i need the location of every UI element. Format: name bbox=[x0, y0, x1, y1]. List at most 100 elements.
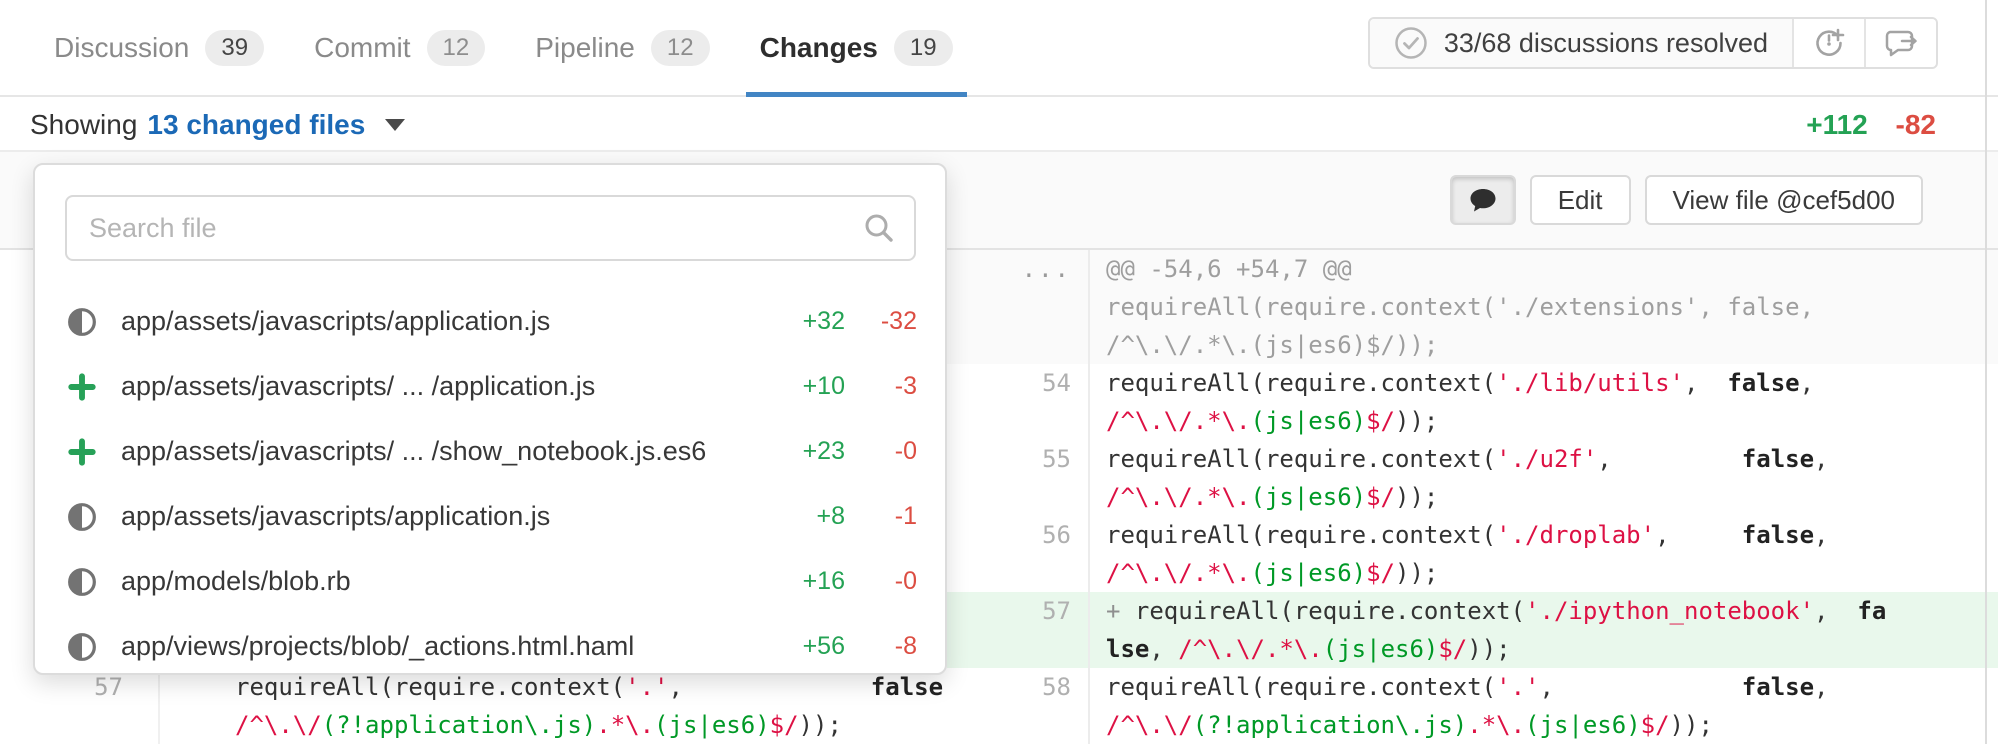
file-additions: +32 bbox=[773, 307, 845, 336]
file-added-icon bbox=[67, 372, 97, 402]
file-item[interactable]: app/assets/javascripts/ ... /show_notebo… bbox=[35, 419, 945, 484]
diff-line[interactable]: 58requireAll(require.context('.', false, bbox=[947, 668, 1998, 706]
diff-line[interactable]: ...@@ -54,6 +54,7 @@ bbox=[947, 250, 1998, 288]
line-number-gutter bbox=[947, 554, 1090, 592]
line-content: requireAll(require.context('./extensions… bbox=[1090, 288, 1998, 326]
resolve-all-with-new-issue-button[interactable] bbox=[1792, 19, 1864, 67]
diff-line[interactable]: lse, /^\.\/.*\.(js|es6)$/)); bbox=[947, 630, 1998, 668]
tab-commit[interactable]: Commit 12 bbox=[294, 0, 505, 95]
toggle-comments-button[interactable] bbox=[1450, 175, 1516, 225]
file-modified-icon bbox=[65, 305, 99, 339]
line-content: requireAll(require.context('./u2f', fals… bbox=[1090, 440, 1998, 478]
scrollbar-track[interactable] bbox=[1985, 0, 1987, 744]
merge-request-changes-page: Discussion39Commit12Pipeline12Changes19 … bbox=[0, 0, 1998, 744]
file-modified-icon bbox=[65, 630, 99, 664]
edit-button[interactable]: Edit bbox=[1530, 175, 1631, 225]
showing-label: Showing bbox=[30, 109, 137, 141]
tab-count-badge: 12 bbox=[427, 30, 486, 66]
file-additions: +8 bbox=[773, 502, 845, 531]
discussions-resolved-status: 33/68 discussions resolved bbox=[1370, 19, 1792, 67]
file-added-icon bbox=[67, 437, 97, 467]
file-item[interactable]: app/assets/javascripts/ ... /application… bbox=[35, 354, 945, 419]
file-modified-icon bbox=[65, 565, 99, 599]
file-deletions: -0 bbox=[859, 567, 917, 596]
tab-label: Commit bbox=[314, 32, 410, 64]
file-path: app/assets/javascripts/ ... /application… bbox=[121, 371, 595, 402]
old-side-rows: 57requireAll(require.context('.', false,… bbox=[0, 668, 947, 744]
file-additions: +10 bbox=[773, 372, 845, 401]
file-deletions: -32 bbox=[859, 307, 917, 336]
line-content: /^\.\/.*\.(js|es6)$/)); bbox=[1090, 478, 1998, 516]
view-file-button[interactable]: View file @cef5d00 bbox=[1645, 175, 1924, 225]
file-deletions: -0 bbox=[859, 437, 917, 466]
file-item[interactable]: app/views/projects/blob/_actions.html.ha… bbox=[35, 614, 945, 679]
diff-line[interactable]: /^\.\/.*\.(js|es6)$/)); bbox=[947, 554, 1998, 592]
line-number-gutter bbox=[947, 402, 1090, 440]
showing-changed-files: Showing 13 changed files bbox=[30, 109, 405, 141]
file-added-icon bbox=[65, 435, 99, 469]
comment-icon bbox=[1466, 183, 1500, 217]
line-content: /^\.\/.*\.(js|es6)$/)); bbox=[1090, 402, 1998, 440]
file-additions: +56 bbox=[773, 632, 845, 661]
discussions-resolved-label: 33/68 discussions resolved bbox=[1444, 28, 1768, 59]
line-content: requireAll(require.context('./droplab', … bbox=[1090, 516, 1998, 554]
tab-changes[interactable]: Changes19 bbox=[740, 0, 973, 95]
file-path: app/assets/javascripts/ ... /show_notebo… bbox=[121, 436, 706, 467]
file-item[interactable]: app/assets/javascripts/application.js+32… bbox=[35, 289, 945, 354]
jump-to-next-discussion-button[interactable] bbox=[1864, 19, 1936, 67]
tab-discussion[interactable]: Discussion39 bbox=[34, 0, 284, 95]
file-item[interactable]: app/models/blob.rb +16 -0 bbox=[35, 549, 945, 614]
diff-line[interactable]: /^\.\/.*\.(js|es6)$/)); bbox=[947, 478, 1998, 516]
file-modified-icon bbox=[67, 632, 97, 662]
line-content: + requireAll(require.context('./ipython_… bbox=[1090, 592, 1998, 630]
file-modified-icon bbox=[67, 307, 97, 337]
comment-next-icon bbox=[1882, 24, 1920, 62]
file-deletions: -1 bbox=[859, 502, 917, 531]
line-number-gutter: 56 bbox=[947, 516, 1090, 554]
line-content: /^\.\/.*\.(js|es6)$/)); bbox=[1090, 326, 1998, 364]
chevron-down-icon[interactable] bbox=[385, 119, 405, 131]
diff-line[interactable]: /^\.\/(?!application\.js).*\.(js|es6)$/)… bbox=[947, 706, 1998, 744]
search-file-input[interactable] bbox=[65, 195, 916, 261]
line-content: @@ -54,6 +54,7 @@ bbox=[1090, 250, 1998, 288]
diff-line[interactable]: 57+ requireAll(require.context('./ipytho… bbox=[947, 592, 1998, 630]
file-additions: +23 bbox=[773, 437, 845, 466]
line-content: /^\.\/(?!application\.js).*\.(js|es6)$/)… bbox=[160, 706, 947, 744]
issue-new-icon bbox=[1811, 25, 1847, 61]
line-number-gutter bbox=[947, 326, 1090, 364]
diff-line[interactable]: 56requireAll(require.context('./droplab'… bbox=[947, 516, 1998, 554]
diff-line[interactable]: /^\.\/.*\.(js|es6)$/)); bbox=[947, 402, 1998, 440]
file-additions: +16 bbox=[773, 567, 845, 596]
diff-line[interactable]: requireAll(require.context('./extensions… bbox=[947, 288, 1998, 326]
line-content: requireAll(require.context('./lib/utils'… bbox=[1090, 364, 1998, 402]
line-number-gutter: ... bbox=[947, 250, 1090, 288]
diff-file-actions: Edit View file @cef5d00 bbox=[1450, 175, 1923, 225]
diff-line[interactable]: /^\.\/(?!application\.js).*\.(js|es6)$/)… bbox=[0, 706, 947, 744]
deletions-count: -82 bbox=[1896, 109, 1936, 140]
line-number-gutter bbox=[947, 630, 1090, 668]
tab-label: Changes bbox=[760, 32, 878, 64]
additions-count: +112 bbox=[1806, 109, 1868, 140]
changed-files-dropdown-toggle[interactable]: 13 changed files bbox=[147, 109, 365, 141]
line-number-gutter bbox=[947, 478, 1090, 516]
discussions-resolved-widget: 33/68 discussions resolved bbox=[1368, 17, 1938, 69]
file-item[interactable]: app/assets/javascripts/application.js+8-… bbox=[35, 484, 945, 549]
file-modified-icon bbox=[65, 500, 99, 534]
file-path: app/models/blob.rb bbox=[121, 566, 351, 597]
line-number-gutter bbox=[0, 706, 160, 744]
file-path: app/views/projects/blob/_actions.html.ha… bbox=[121, 631, 634, 662]
diff-pane-new: ...@@ -54,6 +54,7 @@requireAll(require.c… bbox=[947, 250, 1998, 744]
diff-line[interactable]: 54requireAll(require.context('./lib/util… bbox=[947, 364, 1998, 402]
file-deletions: -3 bbox=[859, 372, 917, 401]
diff-line[interactable]: /^\.\/.*\.(js|es6)$/)); bbox=[947, 326, 1998, 364]
line-content: /^\.\/.*\.(js|es6)$/)); bbox=[1090, 554, 1998, 592]
mr-tab-bar: Discussion39Commit12Pipeline12Changes19 … bbox=[0, 0, 1998, 97]
line-number-gutter: 54 bbox=[947, 364, 1090, 402]
diff-line[interactable]: 55requireAll(require.context('./u2f', fa… bbox=[947, 440, 1998, 478]
tab-pipeline[interactable]: Pipeline12 bbox=[515, 0, 729, 95]
file-modified-icon bbox=[67, 502, 97, 532]
check-circle-icon bbox=[1394, 26, 1428, 60]
line-number-gutter: 58 bbox=[947, 668, 1090, 706]
line-number-gutter: 57 bbox=[947, 592, 1090, 630]
changed-files-list: app/assets/javascripts/application.js+32… bbox=[35, 281, 945, 679]
